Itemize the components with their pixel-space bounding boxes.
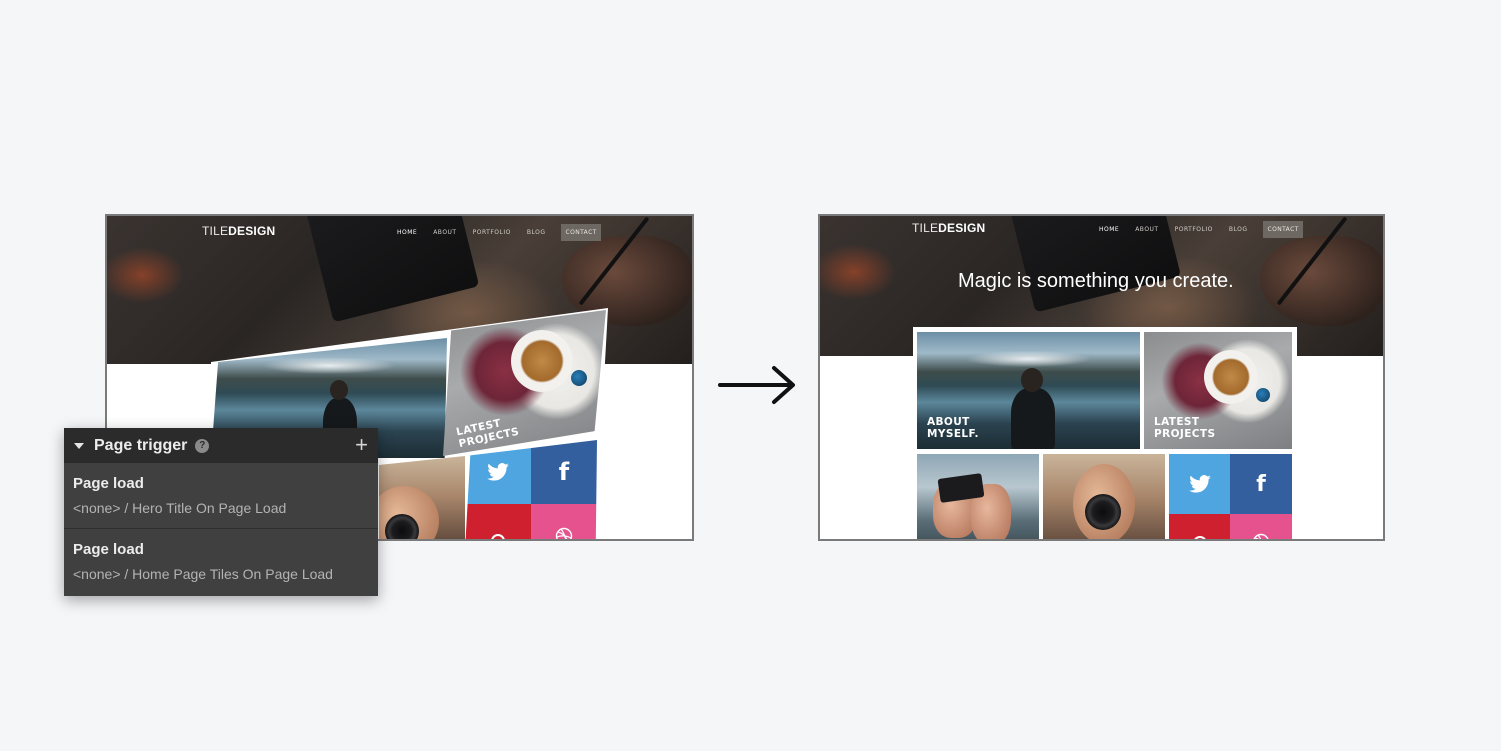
dribbble-icon: [555, 527, 573, 539]
after-preview: TILEDESIGN HOME ABOUT PORTFOLIO BLOG CON…: [818, 214, 1385, 541]
arrow-right-icon: [718, 366, 795, 404]
tile-camera[interactable]: [379, 456, 465, 539]
facebook-icon: f: [558, 458, 570, 486]
blueberry: [571, 370, 587, 386]
tile-about-label: ABOUT MYSELF.: [927, 416, 979, 440]
pinterest-tile[interactable]: [465, 504, 531, 539]
tile-about[interactable]: ABOUT MYSELF.: [917, 332, 1140, 449]
add-trigger-icon[interactable]: +: [355, 434, 368, 456]
tile-projects[interactable]: LATEST PROJECTS: [1144, 332, 1292, 449]
person-head: [1021, 368, 1043, 392]
twitter-tile[interactable]: [1169, 454, 1230, 514]
tile-phone[interactable]: [917, 454, 1039, 539]
trigger-detail: <none> / Hero Title On Page Load: [73, 500, 287, 516]
tile-camera[interactable]: [1043, 454, 1165, 539]
panel-header[interactable]: Page trigger ? +: [64, 428, 378, 463]
trigger-item[interactable]: Page load <none> / Home Page Tiles On Pa…: [64, 529, 378, 595]
trigger-name: Page load: [73, 475, 144, 492]
coffee-cup: [1204, 350, 1258, 404]
nav-blog[interactable]: BLOG: [1229, 226, 1248, 233]
trigger-item[interactable]: Page load <none> / Hero Title On Page Lo…: [64, 463, 378, 529]
caret-down-icon[interactable]: [74, 442, 84, 449]
dribbble-tile[interactable]: [1230, 514, 1292, 539]
site-nav: HOME ABOUT PORTFOLIO BLOG CONTACT: [1099, 221, 1303, 238]
page-trigger-panel: Page trigger ? + Page load <none> / Hero…: [64, 428, 378, 596]
tile-projects-label: LATEST PROJECTS: [455, 417, 521, 451]
hero-title: Magic is something you create.: [958, 270, 1234, 292]
facebook-tile[interactable]: f: [531, 440, 597, 504]
twitter-icon: [487, 463, 509, 481]
trigger-detail: <none> / Home Page Tiles On Page Load: [73, 566, 333, 582]
person-head: [330, 380, 348, 400]
coffee-cup: [511, 330, 573, 392]
tile-projects-label: LATEST PROJECTS: [1154, 416, 1216, 440]
pinterest-tile[interactable]: [1169, 514, 1230, 539]
person-figure: [1011, 388, 1055, 449]
social-tiles: f: [465, 440, 597, 539]
site-logo[interactable]: TILEDESIGN: [912, 221, 985, 235]
twitter-icon: [1188, 475, 1211, 493]
panel-title: Page trigger: [94, 436, 188, 454]
facebook-tile[interactable]: f: [1230, 454, 1292, 514]
help-icon[interactable]: ?: [195, 438, 210, 453]
tiles-container: ABOUT MYSELF. LATEST PROJECTS f: [913, 327, 1297, 539]
facebook-icon: f: [1256, 471, 1266, 497]
social-tiles: f: [1169, 454, 1292, 539]
nav-home[interactable]: HOME: [1099, 226, 1119, 233]
nav-about[interactable]: ABOUT: [1135, 226, 1158, 233]
trigger-name: Page load: [73, 541, 144, 558]
pinterest-icon: [1193, 535, 1206, 539]
pinterest-icon: [491, 534, 505, 539]
nav-portfolio[interactable]: PORTFOLIO: [1175, 226, 1213, 233]
dribbble-tile[interactable]: [531, 504, 597, 539]
nav-contact-button[interactable]: CONTACT: [1263, 221, 1303, 238]
camera-lens: [385, 514, 419, 539]
camera-lens: [1085, 494, 1121, 530]
dribbble-icon: [1253, 533, 1269, 539]
blueberry: [1256, 388, 1270, 402]
